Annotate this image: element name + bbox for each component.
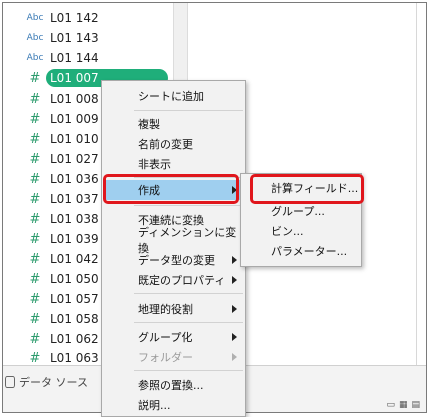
menu-item-folder: フォルダー bbox=[102, 347, 245, 367]
menu-item-default-properties[interactable]: 既定のプロパティ bbox=[102, 270, 245, 290]
menu-item-add-to-sheet[interactable]: シートに追加 bbox=[102, 86, 245, 106]
field-label: L01 008 bbox=[50, 92, 99, 106]
field-label: L01 027 bbox=[50, 152, 99, 166]
menu-item-describe[interactable]: 説明... bbox=[102, 395, 245, 415]
sheet-nav-tools: ▭ ▦ ▤ bbox=[386, 400, 420, 410]
menu-separator bbox=[134, 293, 243, 294]
number-type-icon: # bbox=[29, 311, 41, 327]
field-label: L01 042 bbox=[50, 252, 99, 266]
number-type-icon: # bbox=[29, 111, 41, 127]
menu-item-hide[interactable]: 非表示 bbox=[102, 154, 245, 174]
menu-item-duplicate[interactable]: 複製 bbox=[102, 114, 245, 134]
number-type-icon: # bbox=[29, 131, 41, 147]
field-label: L01 058 bbox=[50, 312, 99, 326]
field-label: L01 057 bbox=[50, 292, 99, 306]
tab-datasource-label: データ ソース bbox=[19, 376, 88, 389]
field-label: L01 062 bbox=[50, 332, 99, 346]
string-type-icon: Abc bbox=[26, 33, 44, 43]
menu-item-rename[interactable]: 名前の変更 bbox=[102, 134, 245, 154]
new-dashboard-icon[interactable]: ▦ bbox=[399, 400, 408, 410]
new-sheet-icon[interactable]: ▭ bbox=[386, 400, 395, 410]
database-icon bbox=[5, 376, 15, 388]
string-type-icon: Abc bbox=[26, 13, 44, 23]
submenu-arrow-icon bbox=[232, 276, 237, 284]
field-label: L01 009 bbox=[50, 112, 99, 126]
menu-item-create[interactable]: 作成 bbox=[102, 180, 245, 200]
submenu-arrow-icon bbox=[232, 305, 237, 313]
context-menu: シートに追加 複製 名前の変更 非表示 作成 不連続に変換 ディメンションに変換… bbox=[101, 80, 246, 417]
create-submenu: 計算フィールド... グループ... ビン... パラメーター... bbox=[240, 173, 362, 267]
menu-item-geographic-role[interactable]: 地理的役割 bbox=[102, 299, 245, 319]
menu-item-group-by[interactable]: グループ化 bbox=[102, 327, 245, 347]
menu-separator bbox=[134, 322, 243, 323]
submenu-arrow-icon bbox=[232, 333, 237, 341]
field-label: L01 063 bbox=[50, 351, 99, 365]
field-label: L01 038 bbox=[50, 212, 99, 226]
number-type-icon: # bbox=[29, 350, 41, 366]
number-type-icon: # bbox=[29, 211, 41, 227]
canvas-divider bbox=[416, 3, 417, 365]
number-type-icon: # bbox=[29, 331, 41, 347]
submenu-item-parameter[interactable]: パラメーター... bbox=[241, 241, 361, 261]
field-item[interactable]: Abc L01 142 bbox=[3, 8, 173, 28]
field-label: L01 007 bbox=[50, 71, 99, 85]
new-story-icon[interactable]: ▤ bbox=[411, 400, 420, 410]
submenu-item-calculated-field[interactable]: 計算フィールド... bbox=[241, 178, 361, 198]
number-type-icon: # bbox=[29, 70, 41, 86]
field-item[interactable]: Abc L01 143 bbox=[3, 28, 173, 48]
menu-separator bbox=[134, 370, 243, 371]
menu-separator bbox=[134, 205, 243, 206]
submenu-arrow-icon bbox=[232, 353, 237, 361]
field-label: L01 039 bbox=[50, 232, 99, 246]
menu-separator bbox=[134, 177, 243, 178]
field-label: L01 037 bbox=[50, 192, 99, 206]
number-type-icon: # bbox=[29, 231, 41, 247]
field-label: L01 143 bbox=[50, 31, 99, 45]
field-label: L01 010 bbox=[50, 132, 99, 146]
number-type-icon: # bbox=[29, 291, 41, 307]
menu-item-convert-dimension[interactable]: ディメンションに変換 bbox=[102, 226, 245, 255]
number-type-icon: # bbox=[29, 251, 41, 267]
menu-item-change-data-type[interactable]: データ型の変更 bbox=[102, 250, 245, 270]
string-type-icon: Abc bbox=[26, 53, 44, 63]
tab-datasource[interactable]: データ ソース bbox=[5, 372, 88, 392]
number-type-icon: # bbox=[29, 191, 41, 207]
field-label: L01 050 bbox=[50, 272, 99, 286]
submenu-item-group[interactable]: グループ... bbox=[241, 201, 361, 221]
number-type-icon: # bbox=[29, 91, 41, 107]
number-type-icon: # bbox=[29, 171, 41, 187]
menu-item-replace-references[interactable]: 参照の置換... bbox=[102, 375, 245, 395]
number-type-icon: # bbox=[29, 151, 41, 167]
menu-highlight bbox=[105, 180, 242, 200]
menu-separator bbox=[134, 110, 243, 111]
submenu-arrow-icon bbox=[232, 256, 237, 264]
submenu-item-bin[interactable]: ビン... bbox=[241, 221, 361, 241]
field-label: L01 036 bbox=[50, 172, 99, 186]
submenu-arrow-icon bbox=[232, 186, 237, 194]
field-label: L01 144 bbox=[50, 51, 99, 65]
field-item[interactable]: Abc L01 144 bbox=[3, 48, 173, 68]
field-label: L01 142 bbox=[50, 11, 99, 25]
number-type-icon: # bbox=[29, 271, 41, 287]
